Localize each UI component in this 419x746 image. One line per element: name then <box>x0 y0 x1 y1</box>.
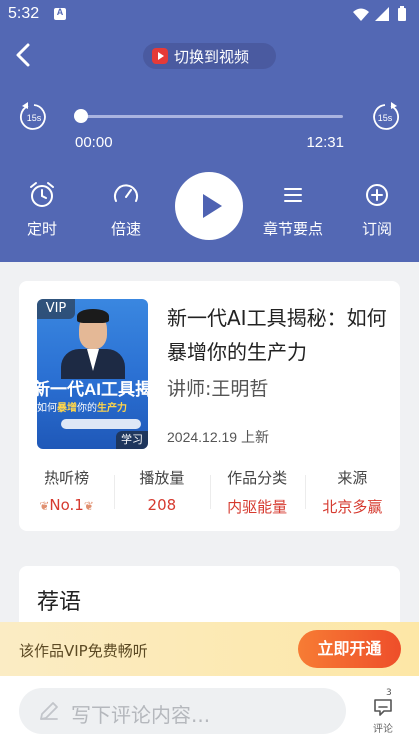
comment-icon <box>374 699 392 716</box>
stat-label: 来源 <box>337 469 368 487</box>
video-icon <box>152 48 168 64</box>
stat-hot-rank[interactable]: 热听榜 ❦No.1❦ <box>19 467 114 517</box>
svg-text:15s: 15s <box>378 113 393 123</box>
timer-button[interactable]: 定时 <box>2 180 82 239</box>
comments-button[interactable]: 3 评论 <box>364 686 402 736</box>
skip-forward-15-icon[interactable]: 15s <box>369 101 401 133</box>
stat-plays: 播放量 208 <box>114 467 209 517</box>
total-time: 12:31 <box>306 134 344 151</box>
notification-icon: A <box>54 7 66 20</box>
pencil-icon <box>40 702 58 720</box>
switch-to-video-button[interactable]: 切换到视频 <box>143 43 276 69</box>
audio-player: 5:32 A 切换到视频 15s 15s 00:00 12:31 定时 倍速 章… <box>0 0 419 262</box>
stat-label: 热听榜 <box>44 469 90 487</box>
back-arrow-icon[interactable] <box>12 42 36 68</box>
album-cover[interactable]: VIP 新一代AI工具揭 如何暴增你的生产力 学习 <box>37 299 148 449</box>
vip-banner: 该作品VIP免费畅听 立即开通 <box>0 622 419 676</box>
cover-headline: 新一代AI工具揭 <box>37 380 148 399</box>
alarm-clock-icon <box>30 182 54 207</box>
progress-handle[interactable] <box>74 109 88 123</box>
subscribe-button[interactable]: 订阅 <box>337 180 417 239</box>
comment-label: 评论 <box>373 724 393 735</box>
activate-vip-button[interactable]: 立即开通 <box>298 630 401 668</box>
laurel-right-icon: ❦ <box>83 499 94 513</box>
current-time: 00:00 <box>75 134 113 151</box>
album-title: 新一代AI工具揭秘：如何暴增你的生产力 <box>167 306 387 364</box>
album-stats: 热听榜 ❦No.1❦ 播放量 208 作品分类 内驱能量 来源 北京多赢 <box>19 467 400 517</box>
subscribe-label: 订阅 <box>361 220 392 238</box>
comment-count: 3 <box>386 688 392 698</box>
album-info-card: VIP 新一代AI工具揭 如何暴增你的生产力 学习 新一代AI工具揭秘：如何暴增… <box>19 281 400 531</box>
stat-label: 播放量 <box>139 469 185 487</box>
lecturer-name: 讲师:王明哲 <box>167 378 269 400</box>
switch-to-video-label: 切换到视频 <box>174 47 250 66</box>
speedometer-icon <box>114 184 138 202</box>
comment-placeholder: 写下评论内容... <box>71 703 211 727</box>
chapters-button[interactable]: 章节要点 <box>253 180 333 239</box>
status-icons <box>353 6 406 21</box>
cover-tagline <box>61 419 141 429</box>
progress-track[interactable] <box>81 115 343 118</box>
plus-circle-icon <box>366 184 388 206</box>
comment-input[interactable]: 写下评论内容... <box>19 688 346 734</box>
status-time: 5:32 <box>8 5 40 22</box>
speed-label: 倍速 <box>110 220 141 238</box>
vip-badge: VIP <box>37 299 75 319</box>
stat-value: 北京多赢 <box>322 498 383 516</box>
release-date: 2024.12.19 上新 <box>167 429 269 445</box>
speed-button[interactable]: 倍速 <box>86 180 166 239</box>
cover-hair <box>77 309 109 323</box>
stat-label: 作品分类 <box>227 469 288 487</box>
svg-text:15s: 15s <box>27 113 42 123</box>
stat-value: ❦No.1❦ <box>39 496 94 514</box>
list-icon <box>284 188 302 202</box>
vip-banner-text: 该作品VIP免费畅听 <box>19 642 148 660</box>
laurel-left-icon: ❦ <box>39 499 50 513</box>
timer-label: 定时 <box>26 220 57 238</box>
comment-bar: 写下评论内容... 3 评论 <box>0 676 419 746</box>
recommendation-heading: 荐语 <box>37 590 82 615</box>
skip-back-15-icon[interactable]: 15s <box>18 101 50 133</box>
stat-source[interactable]: 来源 北京多赢 <box>304 467 400 517</box>
cover-subtitle: 如何暴增你的生产力 <box>37 403 127 414</box>
play-button[interactable] <box>175 172 243 240</box>
study-tag: 学习 <box>116 431 148 449</box>
stat-value: 208 <box>147 496 177 514</box>
stat-value: 内驱能量 <box>227 498 288 516</box>
stat-category[interactable]: 作品分类 内驱能量 <box>209 467 305 517</box>
chapters-label: 章节要点 <box>262 220 323 238</box>
status-bar: 5:32 A <box>0 0 419 30</box>
